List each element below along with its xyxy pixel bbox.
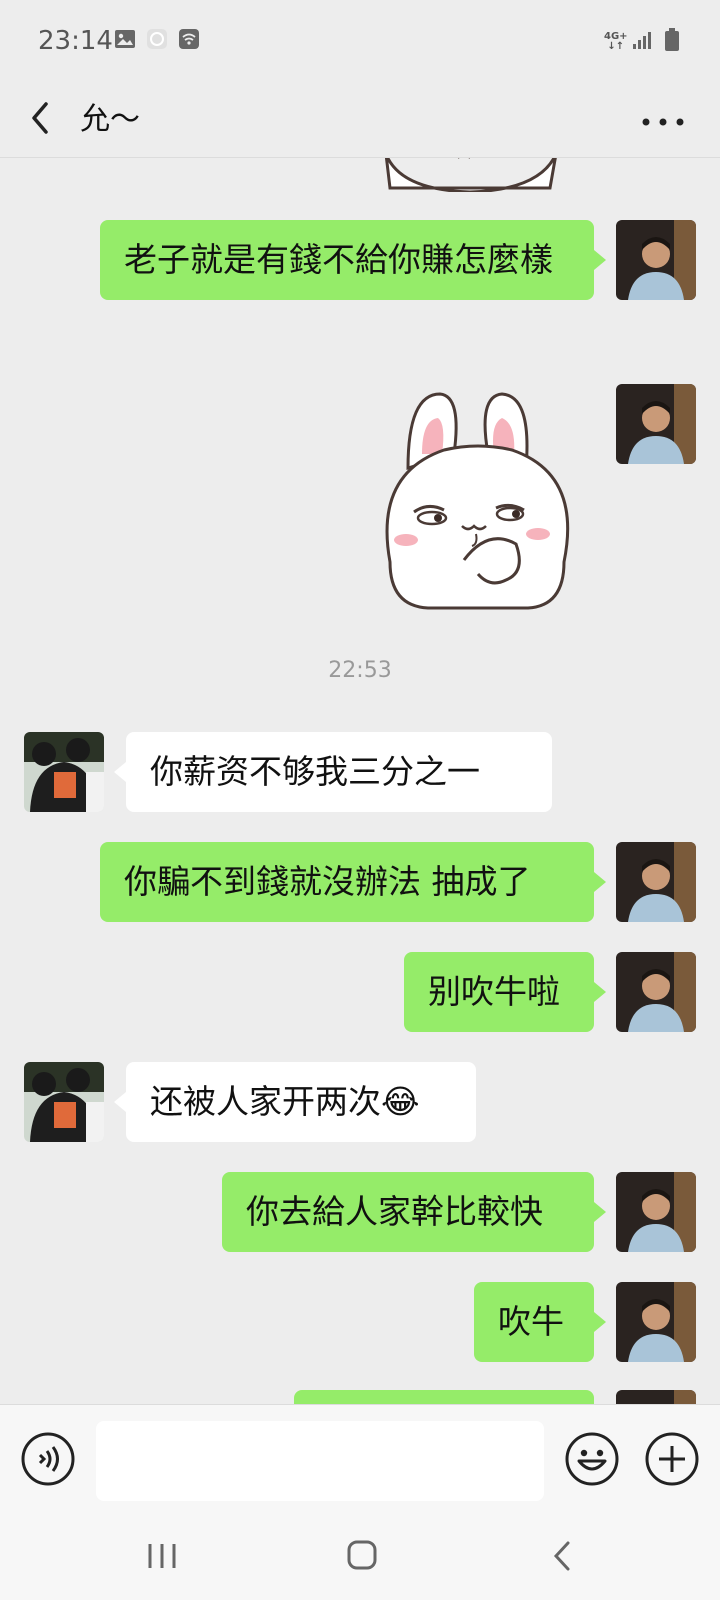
message-bubble-sent-partial[interactable]	[294, 1390, 594, 1404]
app-notification-icon	[147, 29, 167, 49]
network-type: 4G+ ↓↑	[604, 31, 628, 52]
message-bubble-sent[interactable]: 你騙不到錢就沒辦法 抽成了	[100, 842, 606, 922]
message-bubble-sent[interactable]: 你去給人家幹比較快	[222, 1172, 606, 1252]
message-input[interactable]	[96, 1421, 544, 1501]
contact-avatar[interactable]	[24, 1062, 104, 1142]
status-time: 23:14	[38, 26, 113, 56]
wifi-notification-icon	[179, 29, 199, 49]
message-bubble-sent[interactable]: 吹牛	[474, 1282, 606, 1362]
nav-back-icon[interactable]	[540, 1538, 584, 1574]
more-options-icon[interactable]	[636, 94, 692, 144]
system-nav-bar	[0, 1508, 720, 1600]
message-text: 你薪资不够我三分之一	[150, 752, 480, 791]
message-bubble-sent[interactable]: 别吹牛啦	[404, 952, 606, 1032]
my-avatar[interactable]	[616, 952, 696, 1032]
network-label: 4G+	[604, 31, 628, 42]
chat-header: 允～	[0, 80, 720, 158]
plus-icon[interactable]	[644, 1431, 700, 1487]
contact-avatar[interactable]	[24, 732, 104, 812]
bunny-sticker[interactable]	[378, 384, 578, 614]
status-bar: 23:14 4G+ ↓↑	[0, 0, 720, 80]
voice-icon[interactable]	[20, 1431, 76, 1487]
emoji-icon[interactable]	[564, 1431, 620, 1487]
back-arrow-icon[interactable]	[22, 90, 78, 146]
message-input-bar	[0, 1404, 720, 1508]
message-text: 你騙不到錢就沒辦法 抽成了	[124, 862, 531, 901]
my-avatar[interactable]	[616, 384, 696, 464]
message-bubble-received[interactable]: 你薪资不够我三分之一	[114, 732, 552, 812]
message-text: 还被人家开两次	[150, 1082, 381, 1121]
status-notification-icons	[114, 28, 200, 50]
chat-title: 允～	[80, 102, 140, 137]
chat-timestamp: 22:53	[328, 658, 392, 683]
message-text: 别吹牛啦	[428, 972, 560, 1011]
bunny-sticker-partial[interactable]	[380, 158, 580, 192]
chat-area[interactable]: 老子就是有錢不給你賺怎麼樣 22:53 你薪资不够我三分之一 你騙不到錢就沒辦法…	[0, 158, 720, 1404]
laughing-crying-emoji-icon: 😂	[381, 1082, 420, 1121]
my-avatar[interactable]	[616, 1390, 696, 1404]
signal-icon	[633, 32, 651, 49]
battery-icon	[665, 28, 679, 51]
message-text: 你去給人家幹比較快	[246, 1192, 543, 1231]
my-avatar[interactable]	[616, 1172, 696, 1252]
my-avatar[interactable]	[616, 842, 696, 922]
message-bubble-received[interactable]: 还被人家开两次😂	[114, 1062, 476, 1142]
message-bubble-sent[interactable]: 老子就是有錢不給你賺怎麼樣	[100, 220, 606, 300]
message-text: 吹牛	[498, 1302, 564, 1341]
my-avatar[interactable]	[616, 1282, 696, 1362]
message-text: 老子就是有錢不給你賺怎麼樣	[124, 240, 553, 279]
home-icon[interactable]	[340, 1538, 384, 1574]
my-avatar[interactable]	[616, 220, 696, 300]
recent-apps-icon[interactable]	[140, 1538, 184, 1574]
image-icon	[115, 30, 135, 48]
